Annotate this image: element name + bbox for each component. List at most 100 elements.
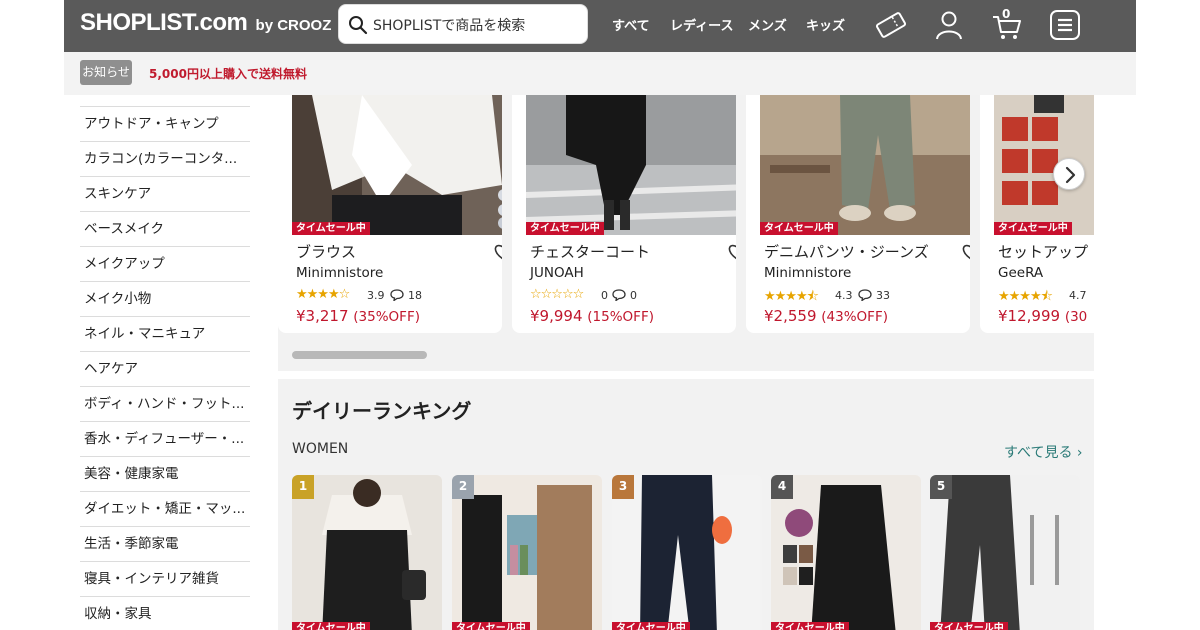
product-card[interactable]: タイムセール中 デニムパンツ・ジーンズ Minimnistore ★★★★⯪ 4… (746, 95, 970, 333)
price-value: ¥2,559 (764, 307, 817, 325)
category-sidebar: スポーツ アウトドア・キャンプ カラコン(カラーコンタ... スキンケア ベース… (80, 95, 250, 630)
product-photo (760, 95, 970, 235)
nav-ladies[interactable]: レディース (670, 15, 733, 34)
sale-badge: タイムセール中 (994, 222, 1072, 235)
rating-value: 0 (601, 289, 608, 302)
discount: (30 (1064, 309, 1088, 325)
product-photo (292, 95, 502, 235)
menu-icon[interactable] (1048, 8, 1082, 42)
product-name[interactable]: チェスターコート (530, 241, 650, 262)
sidebar-item[interactable]: ダイエット・矯正・マッ... (80, 492, 250, 527)
carousel-next-button[interactable] (1053, 158, 1085, 190)
product-price: ¥12,999 (30 (998, 307, 1087, 325)
star-rating: ★★★★⯪ (998, 289, 1053, 304)
chevron-right-icon (1065, 166, 1076, 184)
sale-badge: タイムセール中 (452, 622, 530, 630)
product-name[interactable]: ブラウス (296, 241, 356, 262)
comment-icon (390, 289, 404, 301)
product-card[interactable]: タイムセール中 ブラウス Minimnistore ★★★★☆ 3.9 18 ¥… (278, 95, 502, 333)
discount: (15%OFF) (587, 309, 654, 325)
review-count: 33 (876, 289, 890, 302)
product-name[interactable]: デニムパンツ・ジーンズ (764, 241, 929, 262)
section-title: デイリーランキング (292, 399, 472, 423)
heart-icon[interactable] (493, 243, 502, 261)
sale-badge: タイムセール中 (771, 622, 849, 630)
sidebar-item[interactable]: ベースメイク (80, 212, 250, 247)
sidebar-item[interactable]: ボディ・ハンド・フット... (80, 387, 250, 422)
star-rating: ★★★★☆ (296, 287, 350, 302)
rank-badge: 2 (452, 475, 474, 499)
product-carousel: タイムセール中 ブラウス Minimnistore ★★★★☆ 3.9 18 ¥… (278, 95, 1094, 371)
notice-text[interactable]: 5,000円以上購入で送料無料 (149, 65, 307, 82)
ranking-card[interactable]: 4 タイムセール中 (771, 475, 921, 630)
product-card[interactable]: タイムセール中 セットアップ GeeRA ★★★★⯪ 4.7 ¥12,999 (… (980, 95, 1094, 333)
shop-name[interactable]: Minimnistore (296, 265, 383, 281)
logo-text: SHOPLIST.com (80, 9, 248, 36)
ranking-card[interactable]: 5 タイムセール中 (930, 475, 1080, 630)
price-value: ¥9,994 (530, 307, 583, 325)
site-logo[interactable]: SHOPLIST.com by CROOZ (80, 9, 331, 37)
review-count: 0 (630, 289, 637, 302)
product-image[interactable]: タイムセール中 (292, 95, 502, 235)
carousel-scrollbar[interactable] (292, 351, 427, 359)
search-placeholder: SHOPLISTで商品を検索 (373, 18, 526, 34)
comment-icon (612, 289, 626, 301)
discount: (35%OFF) (353, 309, 420, 325)
product-price: ¥9,994 (15%OFF) (530, 307, 654, 325)
segment-label: WOMEN (292, 441, 349, 457)
star-rating: ☆☆☆☆☆ (530, 287, 584, 302)
ranking-card[interactable]: 2 タイムセール中 (452, 475, 602, 630)
sidebar-item[interactable]: ネイル・マニキュア (80, 317, 250, 352)
product-price: ¥2,559 (43%OFF) (764, 307, 888, 325)
logo-by: by CROOZ (255, 17, 332, 34)
product-image[interactable]: タイムセール中 (526, 95, 736, 235)
rank-badge: 3 (612, 475, 634, 499)
discount: (43%OFF) (821, 309, 888, 325)
sidebar-item[interactable]: アウトドア・キャンプ (80, 107, 250, 142)
ranking-card[interactable]: 3 タイムセール中 (612, 475, 762, 630)
user-icon[interactable] (932, 8, 966, 42)
see-all-link[interactable]: すべて見る › (1004, 442, 1083, 462)
rank-badge: 4 (771, 475, 793, 499)
heart-icon[interactable] (961, 243, 970, 261)
sidebar-item[interactable]: メイク小物 (80, 282, 250, 317)
sidebar-item[interactable]: カラコン(カラーコンタ... (80, 142, 250, 177)
ranking-card[interactable]: 1 タイムセール中 (292, 475, 442, 630)
shop-name[interactable]: JUNOAH (530, 265, 584, 281)
chevron-right-icon: › (1076, 445, 1083, 461)
see-all-label: すべて見る (1004, 445, 1073, 461)
nav-all[interactable]: すべて (612, 15, 650, 34)
sidebar-item[interactable]: スポーツ (80, 95, 250, 107)
sidebar-item[interactable]: スキンケア (80, 177, 250, 212)
ranking-photo (612, 475, 762, 630)
nav-kids[interactable]: キッズ (806, 15, 845, 34)
price-value: ¥3,217 (296, 307, 349, 325)
product-name[interactable]: セットアップ (998, 241, 1088, 262)
sidebar-item[interactable]: 生活・季節家電 (80, 527, 250, 562)
sidebar-item[interactable]: メイクアップ (80, 247, 250, 282)
daily-ranking: デイリーランキング WOMEN すべて見る › 1 タイムセール中 2 タイムセ… (278, 379, 1094, 630)
ranking-photo (292, 475, 442, 630)
review-count: 18 (408, 289, 422, 302)
sidebar-item[interactable]: 寝具・インテリア雑貨 (80, 562, 250, 597)
ticket-icon[interactable] (874, 8, 908, 42)
search-box[interactable]: SHOPLISTで商品を検索 (338, 4, 588, 44)
nav-mens[interactable]: メンズ (748, 15, 787, 34)
rating-value: 4.3 (835, 289, 853, 302)
shop-name[interactable]: Minimnistore (764, 265, 851, 281)
shop-name[interactable]: GeeRA (998, 265, 1043, 281)
product-image[interactable]: タイムセール中 (760, 95, 970, 235)
page: SHOPLIST.com by CROOZ SHOPLISTで商品を検索 すべて… (0, 0, 1200, 630)
rating-value: 4.7 (1069, 289, 1087, 302)
sidebar-item[interactable]: 香水・ディフューザー・... (80, 422, 250, 457)
product-card[interactable]: タイムセール中 チェスターコート JUNOAH ☆☆☆☆☆ 0 0 ¥9,994… (512, 95, 736, 333)
sidebar-item[interactable]: 収納・家具 (80, 597, 250, 630)
rank-badge: 5 (930, 475, 952, 499)
sale-badge: タイムセール中 (526, 222, 604, 235)
heart-icon[interactable] (727, 243, 736, 261)
ranking-photo (930, 475, 1080, 630)
rank-badge: 1 (292, 475, 314, 499)
sidebar-item[interactable]: 美容・健康家電 (80, 457, 250, 492)
sale-badge: タイムセール中 (930, 622, 1008, 630)
sidebar-item[interactable]: ヘアケア (80, 352, 250, 387)
